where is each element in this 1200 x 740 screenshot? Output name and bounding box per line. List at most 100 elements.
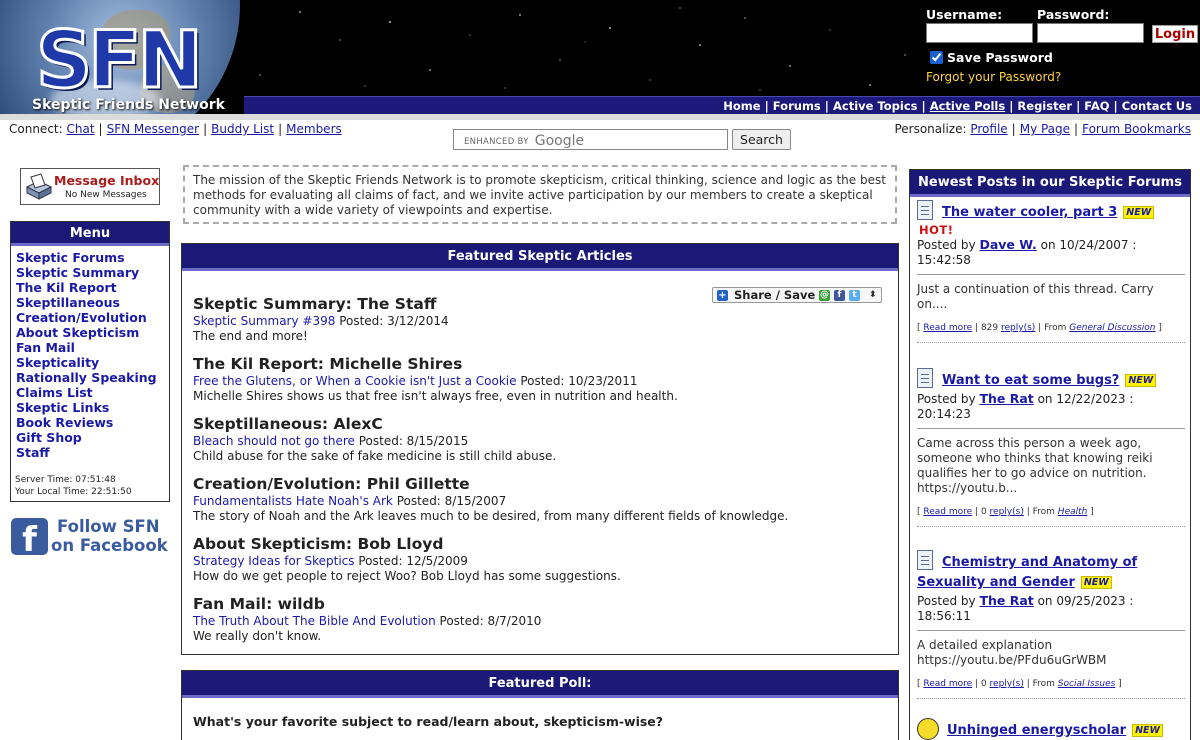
article-heading: About Skepticism: Bob Lloyd — [193, 535, 444, 553]
read-more-link[interactable]: Read more — [923, 323, 972, 333]
personalize-links: Personalize: Profile | My Page | Forum Bookm… — [894, 122, 1191, 136]
post-author-link[interactable]: The Rat — [979, 391, 1033, 406]
featured-articles-title: Featured Skeptic Articles — [182, 244, 898, 271]
menu-item-skeptic-summary[interactable]: Skeptic Summary — [16, 265, 139, 280]
search-input[interactable]: ENHANCED BY Google — [453, 129, 728, 150]
post-title-link[interactable]: Want to eat some bugs? — [942, 373, 1119, 388]
nav-active-polls[interactable]: Active Polls — [930, 99, 1006, 113]
article-description: The end and more! — [193, 329, 308, 343]
nav-active-topics[interactable]: Active Topics — [833, 99, 918, 113]
article-link[interactable]: The Truth About The Bible And Evolution — [193, 614, 436, 628]
read-more-link[interactable]: Read more — [923, 679, 972, 689]
post-excerpt: Came across this person a week ago, some… — [917, 436, 1153, 495]
topic-document-icon — [917, 550, 933, 570]
divider — [917, 342, 1185, 343]
menu-item-about-skepticism[interactable]: About Skepticism — [16, 325, 139, 340]
article-item: About Skepticism: Bob Lloyd Strategy Ide… — [193, 535, 883, 584]
featured-articles-panel: Featured Skeptic Articles + Share / Save… — [181, 243, 899, 655]
inbox-tray-icon — [25, 173, 53, 200]
forum-post-item: The water cooler, part 3 NEW HOT! Posted … — [917, 200, 1185, 343]
server-time: Server Time: 07:51:48 — [15, 475, 116, 485]
connect-label: Connect: — [9, 122, 63, 136]
search-button[interactable]: Search — [732, 129, 791, 150]
nav-faq[interactable]: FAQ — [1084, 99, 1109, 113]
post-excerpt: A detailed explanation https://youtu.be/… — [917, 638, 1107, 667]
follow-facebook-link[interactable]: f Follow SFN on Facebook — [11, 517, 171, 557]
post-excerpt: Just a continuation of this thread. Carr… — [917, 282, 1154, 311]
article-link[interactable]: Strategy Ideas for Skeptics — [193, 554, 355, 568]
article-description: Child abuse for the sake of fake medicin… — [193, 449, 557, 463]
menu-item-claims-list[interactable]: Claims List — [16, 385, 93, 400]
menu-item-skeptillaneous[interactable]: Skeptillaneous — [16, 295, 120, 310]
forum-link[interactable]: General Discussion — [1069, 323, 1155, 333]
hot-badge: HOT! — [919, 223, 954, 237]
connect-links: Connect: Chat | SFN Messenger | Buddy List | M… — [9, 122, 342, 136]
main-nav: Home | Forums | Active Topics | Active Polls | R… — [723, 99, 1192, 113]
nav-register[interactable]: Register — [1017, 99, 1072, 113]
article-description: The story of Noah and the Ark leaves muc… — [193, 509, 789, 523]
post-title-link[interactable]: Unhinged energyscholar — [947, 723, 1126, 738]
forum-link[interactable]: Social Issues — [1058, 679, 1116, 689]
post-title-link[interactable]: The water cooler, part 3 — [942, 205, 1117, 220]
menu-item-kil-report[interactable]: The Kil Report — [16, 280, 117, 295]
login-button[interactable]: Login — [1152, 25, 1198, 43]
connect-members-link[interactable]: Members — [286, 122, 342, 136]
topic-document-icon — [917, 200, 933, 220]
post-author-link[interactable]: Dave W. — [979, 237, 1036, 252]
nav-forums[interactable]: Forums — [773, 99, 821, 113]
connect-buddy-list-link[interactable]: Buddy List — [211, 122, 274, 136]
forum-post-item: Chemistry and Anatomy of Sexuality and G… — [917, 550, 1185, 699]
article-link[interactable]: Free the Glutens, or When a Cookie isn't… — [193, 374, 517, 388]
article-item: Creation/Evolution: Phil Gillette Fundam… — [193, 475, 883, 524]
poll-question: What's your favorite subject to read/lea… — [193, 714, 664, 729]
site-logo-subtitle: Skeptic Friends Network — [32, 97, 225, 113]
article-date: Posted: 3/12/2014 — [339, 314, 449, 328]
featured-poll-title: Featured Poll: — [182, 671, 898, 698]
read-more-link[interactable]: Read more — [923, 507, 972, 517]
save-password-label: Save Password — [947, 50, 1053, 65]
site-logo[interactable]: SFN — [35, 21, 205, 102]
personalize-label: Personalize: — [894, 122, 967, 136]
divider — [917, 526, 1185, 527]
article-date: Posted: 8/7/2010 — [439, 614, 542, 628]
menu-item-gift-shop[interactable]: Gift Shop — [16, 430, 82, 445]
username-input[interactable] — [926, 23, 1033, 43]
article-link[interactable]: Bleach should not go there — [193, 434, 355, 448]
article-date: Posted: 10/23/2011 — [520, 374, 638, 388]
save-password-checkbox[interactable] — [930, 51, 943, 64]
article-link[interactable]: Fundamentalists Hate Noah's Ark — [193, 494, 393, 508]
menu-item-skeptic-forums[interactable]: Skeptic Forums — [16, 250, 125, 265]
personalize-bookmarks-link[interactable]: Forum Bookmarks — [1082, 122, 1191, 136]
menu-item-rationally-speaking[interactable]: Rationally Speaking — [16, 370, 157, 385]
menu-item-skeptic-links[interactable]: Skeptic Links — [16, 400, 109, 415]
forgot-password-link[interactable]: Forgot your Password? — [926, 70, 1061, 84]
new-badge: NEW — [1125, 374, 1157, 387]
menu-item-skepticality[interactable]: Skepticality — [16, 355, 99, 370]
menu-item-creation-evolution[interactable]: Creation/Evolution — [16, 310, 147, 325]
connect-chat-link[interactable]: Chat — [67, 122, 95, 136]
personalize-profile-link[interactable]: Profile — [970, 122, 1007, 136]
replies-link[interactable]: reply(s) — [1001, 323, 1035, 333]
personalize-my-page-link[interactable]: My Page — [1020, 122, 1070, 136]
save-password-option[interactable]: Save Password — [930, 50, 1053, 65]
menu-item-fan-mail[interactable]: Fan Mail — [16, 340, 75, 355]
article-link[interactable]: Skeptic Summary #398 — [193, 314, 335, 328]
post-author-link[interactable]: The Rat — [979, 593, 1033, 608]
forum-link[interactable]: Health — [1058, 507, 1088, 517]
divider — [917, 698, 1185, 699]
connect-messenger-link[interactable]: SFN Messenger — [107, 122, 199, 136]
article-description: How do we get people to reject Woo? Bob … — [193, 569, 621, 583]
password-input[interactable] — [1037, 23, 1144, 43]
replies-link[interactable]: reply(s) — [990, 507, 1024, 517]
password-label: Password: — [1037, 7, 1110, 22]
topic-document-icon — [917, 368, 933, 388]
divider — [917, 428, 1185, 429]
nav-home[interactable]: Home — [723, 99, 760, 113]
replies-link[interactable]: reply(s) — [990, 679, 1024, 689]
message-inbox-button[interactable]: Message Inbox No New Messages — [20, 168, 160, 205]
post-meta: [ Read more | 829 reply(s) | From Genera… — [917, 323, 1162, 333]
menu-item-book-reviews[interactable]: Book Reviews — [16, 415, 113, 430]
newest-posts-title: Newest Posts in our Skeptic Forums — [910, 170, 1190, 197]
nav-contact-us[interactable]: Contact Us — [1122, 99, 1192, 113]
menu-item-staff[interactable]: Staff — [16, 445, 50, 460]
